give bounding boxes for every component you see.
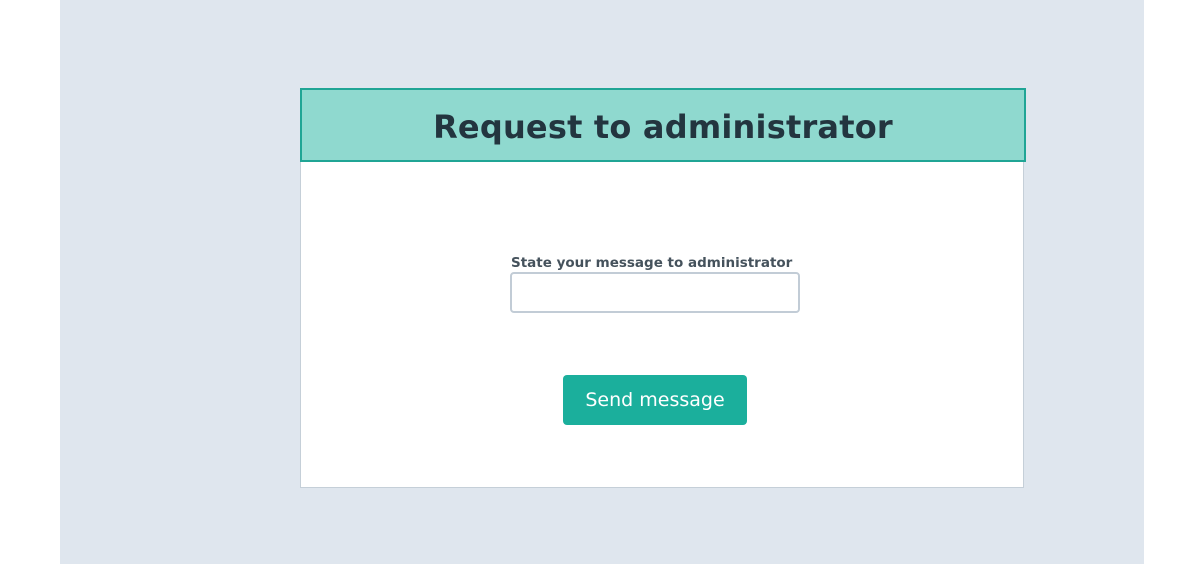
message-field-label: State your message to administrator xyxy=(511,255,793,271)
request-card: Request to administrator State your mess… xyxy=(300,88,1026,488)
page-background: Request to administrator State your mess… xyxy=(60,0,1144,564)
send-message-button[interactable]: Send message xyxy=(563,375,747,425)
message-input[interactable] xyxy=(510,272,800,313)
card-header: Request to administrator xyxy=(300,88,1026,162)
page-title: Request to administrator xyxy=(433,108,893,146)
